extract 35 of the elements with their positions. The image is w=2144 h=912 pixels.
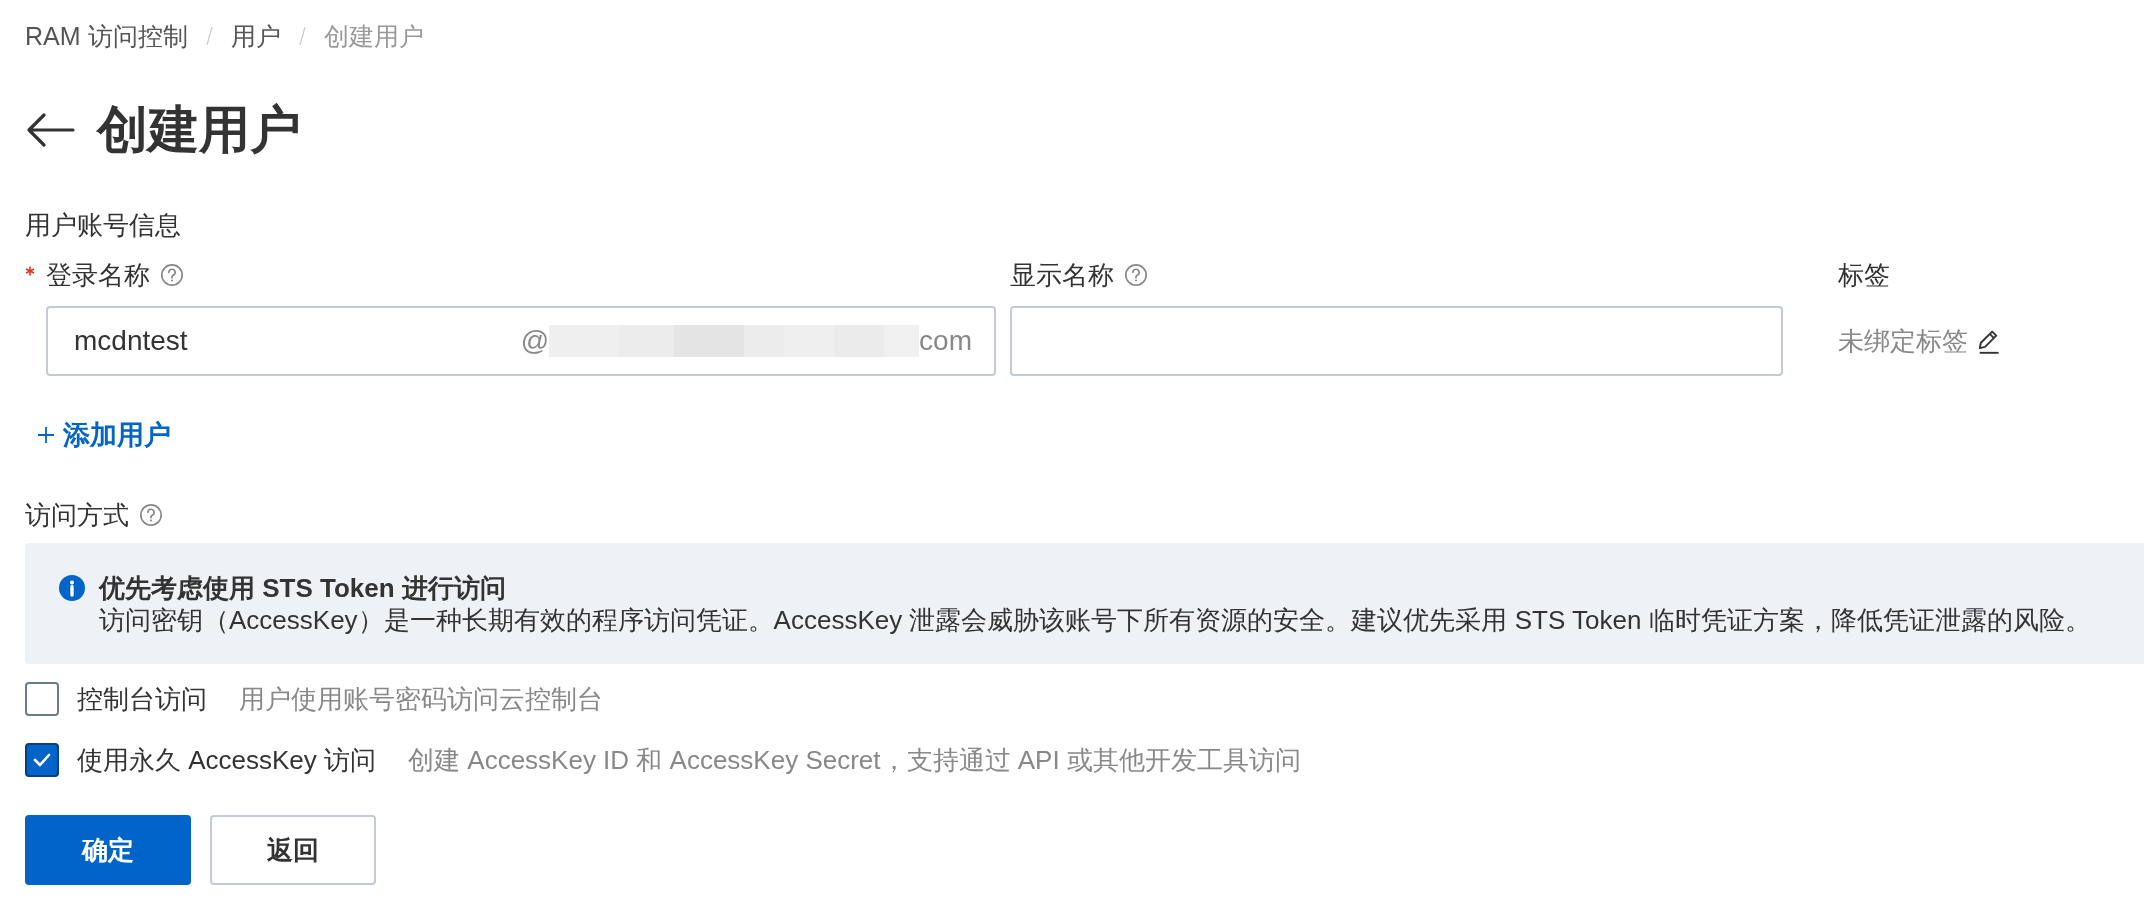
separator-icon [203,25,215,47]
alert-title: 优先考虑使用 STS Token 进行访问 [99,573,507,603]
help-icon[interactable] [160,263,184,287]
field-label: 登录名称 [46,258,150,292]
add-user-link[interactable]: 添加用户 [37,420,171,450]
field-value: mcdntest [74,325,188,357]
plus-icon [37,426,55,444]
section-label: 访问方式 [25,498,129,532]
separator-icon [296,25,308,47]
page-title: 创建用户 [97,102,301,158]
breadcrumb-link[interactable]: RAM 访问控制 [25,19,188,53]
alert-message: 访问密钥（AccessKey）是一种长期有效的程序访问凭证。AccessKey 泄露会威胁该账号下所有资源的安全。建议优先采用 STS Token 临时凭证方案，降低凭证泄露的风险。 [99,604,2091,637]
field-label: 标签 [1838,258,1890,292]
breadcrumb-link[interactable]: 用户 [230,19,281,53]
help-icon[interactable] [139,503,163,527]
domain-suffix: com [919,325,972,357]
no-tags-text: 未绑定标签 [1838,324,1968,358]
confirm-button[interactable]: 确定 [25,815,191,885]
checkbox-label[interactable]: 控制台访问 [77,681,207,717]
check-icon [33,751,51,769]
checkbox[interactable] [25,682,59,716]
back-button[interactable]: 返回 [210,815,376,885]
section-title: 用户账号信息 [25,210,182,240]
info-icon [59,575,85,601]
option-description: 创建 AccessKey ID 和 AccessKey Secret，支持通过 API 或其他开发工具访问 [408,743,1301,777]
edit-icon[interactable] [1976,328,2000,354]
option-description: 用户使用账号密码访问云控制台 [239,682,603,716]
help-icon[interactable] [1124,263,1148,287]
domain-prefix: @ [520,325,550,357]
field-label: 显示名称 [1010,258,1114,292]
back-arrow-icon[interactable] [25,110,77,150]
checkbox-label[interactable]: 使用永久 AccessKey 访问 [77,742,377,778]
checkbox[interactable] [25,743,59,777]
display-name-field[interactable] [1010,306,1783,376]
login-name-field[interactable]: mcdntest @ com [46,306,996,376]
